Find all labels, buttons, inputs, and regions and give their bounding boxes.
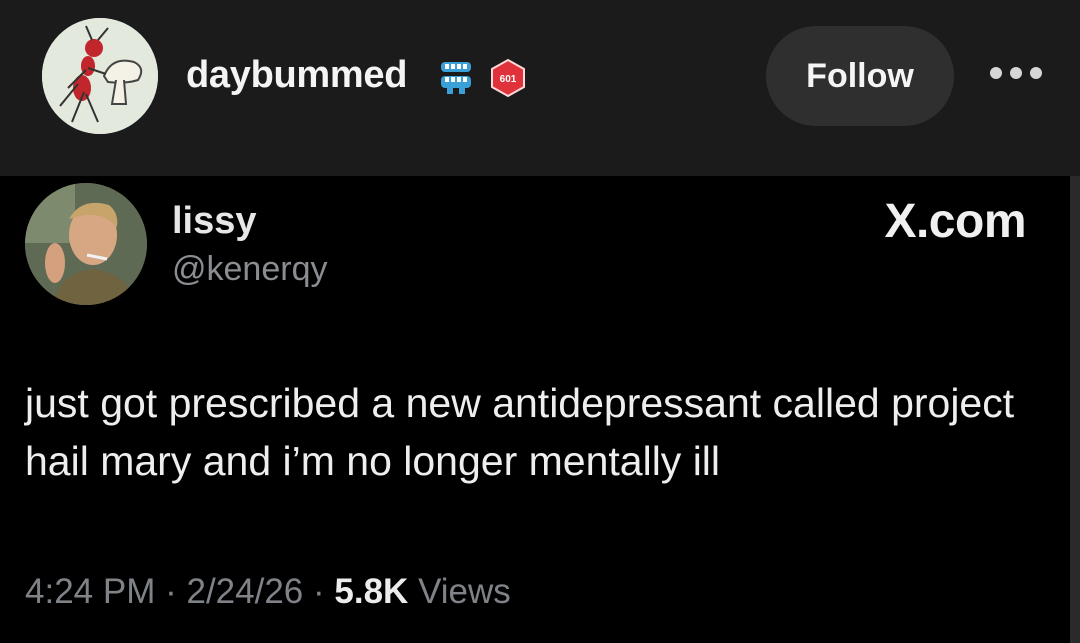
more-options-icon[interactable] xyxy=(990,58,1042,88)
views-label: Views xyxy=(418,572,511,611)
follow-button[interactable]: Follow xyxy=(766,26,954,126)
separator: · xyxy=(165,572,177,611)
dot xyxy=(990,67,1002,79)
denture-teeth-icon xyxy=(441,62,471,94)
tweet-avatar xyxy=(25,183,147,305)
red-d20-badge-icon: 601 xyxy=(491,58,525,98)
badge-number: 601 xyxy=(500,74,517,85)
dot xyxy=(1030,67,1042,79)
tweet-handle: @kenerqy xyxy=(172,250,328,288)
separator: · xyxy=(313,572,325,611)
content-edge xyxy=(1070,176,1080,643)
tweet-text: just got prescribed a new antidepressant… xyxy=(25,380,1015,484)
username[interactable]: daybummed xyxy=(186,54,407,97)
source-label: X.com xyxy=(884,195,1026,248)
ant-mushroom-icon xyxy=(42,18,158,134)
tweet-display-name: lissy xyxy=(172,200,257,242)
post-header: daybummed 601 Follow xyxy=(0,0,1080,176)
tweet-meta: 4:24 PM · 2/24/26 · 5.8K Views xyxy=(25,572,511,612)
tweet-screenshot: lissy @kenerqy X.com just got prescribed… xyxy=(0,176,1070,643)
tweet-date: 2/24/26 xyxy=(186,572,304,611)
views-count: 5.8K xyxy=(334,572,409,611)
dot xyxy=(1010,67,1022,79)
tweet-time: 4:24 PM xyxy=(25,572,156,611)
man-portrait-icon xyxy=(25,183,147,305)
avatar[interactable] xyxy=(42,18,158,134)
